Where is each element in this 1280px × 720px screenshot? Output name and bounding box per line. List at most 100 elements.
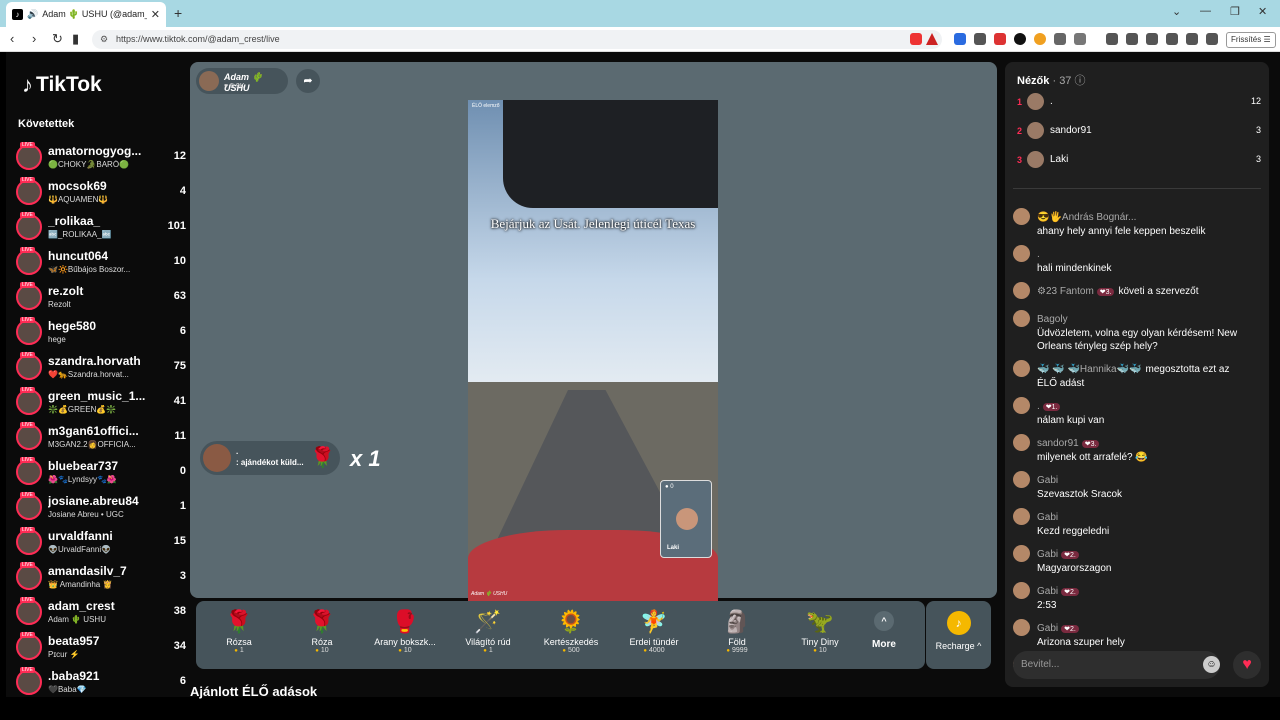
- following-name: green_music_1...: [48, 389, 146, 403]
- tab-list-chevron-icon[interactable]: ⌄: [1172, 5, 1181, 18]
- chat-avatar[interactable]: [1013, 471, 1030, 488]
- reload-button[interactable]: ↻: [52, 31, 63, 47]
- following-subtitle: Josiane Abreu • UGC: [48, 510, 124, 519]
- chat-avatar[interactable]: [1013, 508, 1030, 525]
- following-item[interactable]: LIVE adam_crest Adam 🌵 USHU 38: [14, 595, 190, 630]
- gift-item[interactable]: 🥊 Arany bokszk...10: [364, 607, 446, 654]
- chat-avatar[interactable]: [1013, 434, 1030, 451]
- media-icon[interactable]: [1126, 33, 1138, 45]
- chat-input[interactable]: Bevitel...: [1013, 651, 1220, 679]
- following-item[interactable]: LIVE mocsok69 🔱AQUAMEN🔱 4: [14, 175, 190, 210]
- gift-item[interactable]: 🦖 Tiny Diny10: [779, 607, 861, 654]
- chat-username[interactable]: .: [1037, 401, 1040, 412]
- chat-username[interactable]: 🐳 🐳 🐳Hannika🐳🐳: [1037, 364, 1142, 375]
- back-button[interactable]: ‹: [10, 31, 14, 46]
- top-viewer-row[interactable]: 3 Laki 3: [1017, 150, 1261, 172]
- chat-username[interactable]: Gabi: [1037, 512, 1058, 523]
- host-avatar[interactable]: [199, 71, 219, 91]
- ai-icon[interactable]: [1186, 33, 1198, 45]
- gift-multiplier: x 1: [350, 446, 381, 471]
- chat-username[interactable]: sandor91: [1037, 438, 1079, 449]
- chat-avatar[interactable]: [1013, 282, 1030, 299]
- chat-username[interactable]: 😎🖐András Bognár...: [1037, 212, 1136, 223]
- chat-avatar[interactable]: [1013, 245, 1030, 262]
- tiktok-logo[interactable]: ♪ TikTok: [22, 72, 102, 98]
- chat-avatar[interactable]: [1013, 310, 1030, 327]
- chat-avatar[interactable]: [1013, 397, 1030, 414]
- address-bar[interactable]: ⚙ https://www.tiktok.com/@adam_crest/liv…: [92, 30, 942, 49]
- live-badge: LIVE: [20, 667, 35, 673]
- hls-extension-icon[interactable]: [994, 33, 1006, 45]
- chat-username[interactable]: Gabi: [1037, 549, 1058, 560]
- gift-item[interactable]: 🗿 Föld9999: [696, 607, 778, 654]
- top-viewer-row[interactable]: 2 sandor91 3: [1017, 121, 1261, 143]
- following-item[interactable]: LIVE .baba921 🖤Baba💎 6: [14, 665, 190, 700]
- sidebar-icon[interactable]: [1146, 33, 1158, 45]
- more-gifts-button[interactable]: ^ More: [872, 611, 896, 650]
- following-item[interactable]: LIVE beata957 Pɪcur ⚡ 34: [14, 630, 190, 665]
- vpn-icon[interactable]: [1206, 33, 1218, 45]
- chat-username[interactable]: .: [1037, 249, 1040, 260]
- top-viewer-row[interactable]: 1. 12: [1017, 92, 1261, 114]
- browser-tab[interactable]: ♪ 🔊 Adam 🌵 USHU (@adam_crest ✕: [6, 2, 166, 27]
- chat-avatar[interactable]: [1013, 582, 1030, 599]
- chat-username[interactable]: ⚙23 Fantom: [1037, 286, 1094, 297]
- chat-username[interactable]: Gabi: [1037, 475, 1058, 486]
- share-button[interactable]: ➦: [296, 69, 320, 93]
- chat-username[interactable]: Bagoly: [1037, 314, 1068, 325]
- extension-circle-icon[interactable]: [1014, 33, 1026, 45]
- host-info[interactable]: Adam 🌵 USHU ♥ 5,9K: [196, 68, 288, 94]
- following-item[interactable]: LIVE szandra.horvath ❤️🐆Szandra.horvat... 7…: [14, 350, 190, 385]
- chat-text: ahany hely annyi fele keppen beszelik: [1037, 226, 1206, 237]
- viewers-header[interactable]: Nézők · 37 ⓘ: [1017, 72, 1085, 88]
- site-info-icon[interactable]: ⚙: [100, 30, 108, 49]
- minimize-button[interactable]: —: [1200, 5, 1211, 17]
- chat-text: milyenek ott arrafelé? 😂: [1037, 452, 1148, 463]
- guest-tile[interactable]: ● 0 Laki: [660, 480, 712, 558]
- puzzle-icon[interactable]: [1054, 33, 1066, 45]
- following-item[interactable]: LIVE urvaldfanni 👽UrvaldFanni👽 15: [14, 525, 190, 560]
- emoji-icon[interactable]: ☺: [1203, 656, 1220, 673]
- extension-x-icon[interactable]: [974, 33, 986, 45]
- chat-username[interactable]: Gabi: [1037, 623, 1058, 634]
- chat-avatar[interactable]: [1013, 545, 1030, 562]
- gift-item[interactable]: 🌹 Róza10: [281, 607, 363, 654]
- close-tab-icon[interactable]: ✕: [151, 8, 160, 21]
- following-item[interactable]: LIVE huncut064 🦋🔆Bűbájos Boszor... 10: [14, 245, 190, 280]
- chat-avatar[interactable]: [1013, 619, 1030, 636]
- following-item[interactable]: LIVE m3gan61offici... M3GAN2.2👩OFFICIA... 1…: [14, 420, 190, 455]
- close-window-button[interactable]: ✕: [1258, 5, 1267, 18]
- gift-item[interactable]: 🌹 Rózsa1: [198, 607, 280, 654]
- gift-item[interactable]: 🪄 Világító rúd1: [447, 607, 529, 654]
- chat-avatar[interactable]: [1013, 208, 1030, 225]
- recharge-button[interactable]: ♪ Recharge ^: [926, 601, 991, 669]
- chat-username[interactable]: Gabi: [1037, 586, 1058, 597]
- forward-button[interactable]: ›: [32, 31, 36, 46]
- following-item[interactable]: LIVE green_music_1... ❇️💰GREEN💰❇️ 41: [14, 385, 190, 420]
- extension-box-icon[interactable]: [1074, 33, 1086, 45]
- download-icon[interactable]: [1106, 33, 1118, 45]
- chat-message: 😎🖐András Bognár... ahany hely annyi fele …: [1013, 207, 1263, 238]
- heart-icon[interactable]: ♥: [1233, 651, 1261, 679]
- gift-item[interactable]: 🧚 Erdei tündér4000: [613, 607, 695, 654]
- viewer-name: .: [1050, 96, 1053, 107]
- chat-avatar[interactable]: [1013, 360, 1030, 377]
- following-item[interactable]: LIVE hege580 hege 6: [14, 315, 190, 350]
- wallet-icon[interactable]: [1166, 33, 1178, 45]
- update-browser-button[interactable]: Frissítés ☰: [1226, 32, 1276, 48]
- bookmark-icon[interactable]: ▮: [72, 31, 79, 47]
- following-item[interactable]: LIVE amandasilv_7 👑 Amandinha 👸 3: [14, 560, 190, 595]
- restore-button[interactable]: ❐: [1230, 5, 1240, 18]
- extension-shield-icon[interactable]: [910, 33, 922, 45]
- video-visor: [503, 100, 718, 208]
- extension-color-icon[interactable]: [1034, 33, 1046, 45]
- gift-item[interactable]: 🌻 Kertészkedés500: [530, 607, 612, 654]
- new-tab-button[interactable]: +: [174, 5, 182, 21]
- following-item[interactable]: LIVE josiane.abreu84 Josiane Abreu • UGC 1: [14, 490, 190, 525]
- translate-icon[interactable]: [954, 33, 966, 45]
- gift-price: 4000: [613, 647, 695, 654]
- following-item[interactable]: LIVE re.zolt Rezolt 63: [14, 280, 190, 315]
- following-item[interactable]: LIVE amatornogyog... 🟢CHOKY🐊BARÓ🟢 12: [14, 140, 190, 175]
- following-item[interactable]: LIVE _rolikaa_ 🔤_ROLIKAA_🔤 101: [14, 210, 190, 245]
- following-item[interactable]: LIVE bluebear737 🌺🐾Lyndsyy🐾🌺 0: [14, 455, 190, 490]
